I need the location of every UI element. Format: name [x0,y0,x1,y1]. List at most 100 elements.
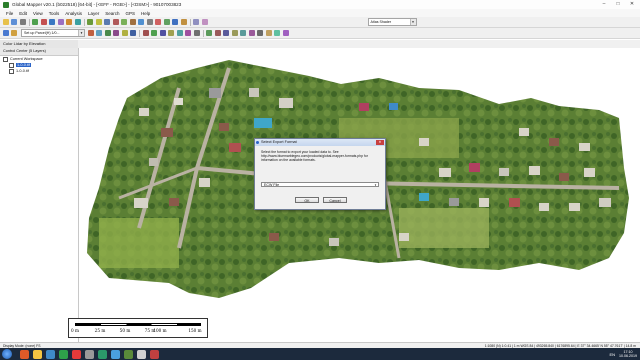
menu-tools[interactable]: Tools [49,11,60,16]
menu-view[interactable]: View [33,11,43,16]
folder-icon[interactable] [33,349,42,359]
zoom-in-icon[interactable] [32,19,38,25]
grid-icon[interactable] [223,30,229,36]
tree-icon[interactable] [206,30,212,36]
clock[interactable]: 17:10 10.06.2019 [619,350,637,359]
rotate-icon[interactable] [176,30,183,36]
language-indicator[interactable]: EN [609,352,615,357]
layer-style-select[interactable]: Color Lidar by Elevation [0,40,78,48]
shader-select[interactable]: Atlas Shader ▾ [367,18,417,26]
print-icon[interactable] [19,19,26,25]
global-mapper-icon[interactable] [124,349,133,359]
contour-icon[interactable] [112,19,119,25]
filter-icon[interactable] [193,19,199,25]
layers-icon[interactable] [172,19,178,25]
terrain-icon[interactable] [121,19,127,25]
shade-icon[interactable] [104,19,110,25]
crop-icon[interactable] [168,30,174,36]
layer-style-icon[interactable] [2,30,9,36]
split-icon[interactable] [142,30,149,36]
gps-icon[interactable] [180,19,187,25]
menu-edit[interactable]: Edit [19,11,27,16]
select-icon[interactable] [201,19,208,25]
lidar-icon[interactable] [95,19,102,25]
close-button[interactable]: ✕ [626,1,638,7]
mesh-icon[interactable] [282,30,289,36]
settings-icon[interactable] [85,349,94,359]
dialog-message: Select the format to export your loaded … [261,150,368,162]
recorder-icon[interactable] [150,349,159,359]
digitizer-icon[interactable] [66,19,72,25]
move-icon[interactable] [193,30,200,36]
area-icon[interactable] [96,30,102,36]
edit-icon[interactable] [87,30,94,36]
scale-tick: 100 m [153,328,167,333]
measure-icon[interactable] [57,19,64,25]
menu-layer[interactable]: Layer [88,11,99,16]
dialog-title-bar: Select Export Format ✕ [255,139,385,146]
maximize-button[interactable]: □ [612,1,624,7]
join-icon[interactable] [151,30,157,36]
system-tray: EN 17:10 10.06.2019 [609,348,637,360]
taskbar: EN 17:10 10.06.2019 [0,348,640,360]
checkbox-icon[interactable] [3,56,8,62]
path-profile-icon[interactable] [74,19,81,25]
export-format-dialog: Select Export Format ✕ Select the format… [254,138,386,210]
view-3d-icon[interactable] [87,19,93,25]
checkbox-icon[interactable] [9,68,14,74]
pan-icon[interactable] [49,19,55,25]
zoom-out-icon[interactable] [40,19,47,25]
scale-tick: 50 m [119,328,131,333]
checkbox-icon[interactable] [9,62,14,68]
point-icon[interactable] [113,30,119,36]
workspace-label: Current Workspace [10,57,43,61]
buffer-icon[interactable] [159,30,166,36]
add-icon[interactable] [163,19,170,25]
yandex-icon[interactable] [72,349,81,359]
scale-tick: 150 m [188,328,202,333]
save-icon[interactable] [11,19,17,25]
water-icon[interactable] [138,19,144,25]
explorer-icon[interactable] [137,349,146,359]
window-title: Global Mapper v20.1 (b022518) [64-bit] -… [12,2,182,7]
chevron-down-icon: ▾ [78,30,84,36]
scale-tick: 0 m [71,328,79,333]
dialog-close-button[interactable]: ✕ [376,140,384,145]
telegram-icon[interactable] [111,349,120,359]
panel-title: Control Center (5 Layers) [0,48,78,56]
line-icon[interactable] [104,30,111,36]
scale-bar-track [75,323,201,326]
app-icon[interactable] [98,349,107,359]
feature-icon[interactable] [129,19,136,25]
vertex-icon[interactable] [121,30,128,36]
menu-analysis[interactable]: Analysis [65,11,82,16]
open-folder-icon[interactable] [2,19,9,25]
watershed-icon[interactable] [257,30,263,36]
chat-icon[interactable] [59,349,68,359]
start-button-icon[interactable] [2,349,12,359]
slope-icon[interactable] [231,30,238,36]
snap-icon[interactable] [130,30,136,36]
highlight-icon[interactable] [11,30,17,36]
menu-search[interactable]: Search [105,11,119,16]
cancel-button[interactable]: Cancel [323,197,347,203]
lidar-class-icon[interactable] [265,30,272,36]
scale-tick: 25 m [94,328,106,333]
scale-icon[interactable] [185,30,191,36]
delete-icon[interactable] [155,19,161,25]
view-shed-icon[interactable] [248,30,255,36]
building-icon[interactable] [214,30,221,36]
menu-file[interactable]: File [6,11,13,16]
menu-help[interactable]: Help [141,11,150,16]
tree-layer-2[interactable]: 1-0-0.tif [0,68,78,74]
browser-icon[interactable] [20,349,29,359]
parcel-select[interactable]: Set up Parcel(H) 1/0... ▾ [21,29,85,37]
format-select[interactable]: ECW File ▾ [261,182,379,187]
menu-gps[interactable]: GPS [126,11,136,16]
volume-icon[interactable] [240,30,246,36]
ok-button[interactable]: OK [295,197,319,203]
minimize-button[interactable]: – [598,1,610,7]
point-cloud-icon[interactable] [274,30,280,36]
config-icon[interactable] [146,19,153,25]
media-icon[interactable] [46,349,55,359]
